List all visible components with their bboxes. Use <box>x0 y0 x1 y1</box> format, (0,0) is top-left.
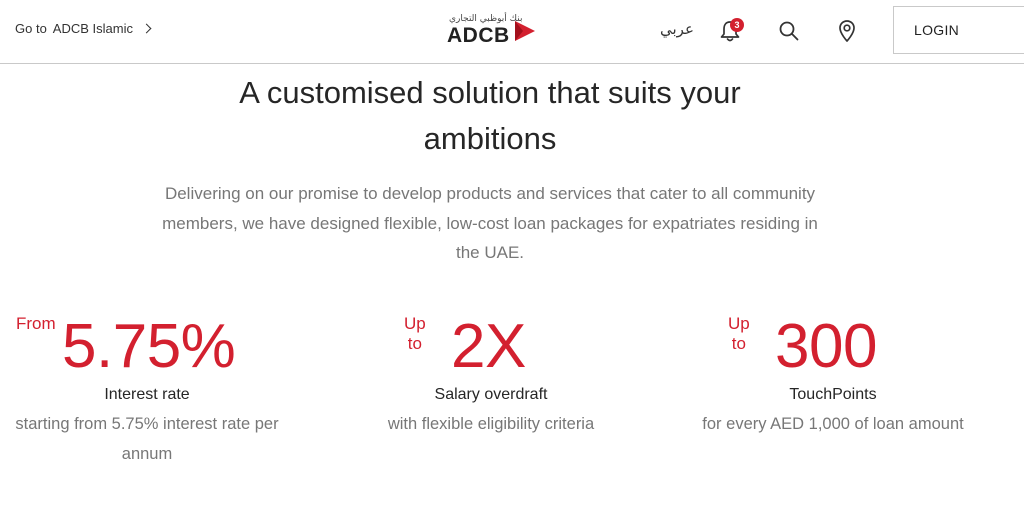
stat-description: with flexible eligibility criteria <box>344 410 638 440</box>
logo-mark-icon <box>515 21 535 41</box>
search-icon[interactable] <box>778 20 800 42</box>
goto-adcb-islamic-link[interactable]: Go to ADCB Islamic <box>15 21 152 36</box>
site-header: Go to ADCB Islamic بنك أبوظبي التجاري AD… <box>0 0 1024 64</box>
stat-description-line-1: for every AED 1,000 of loan amount <box>702 415 964 433</box>
stat-value: 300 <box>775 312 877 381</box>
stat-label: Interest rate <box>104 386 190 403</box>
stat-value: 2X <box>451 312 526 381</box>
goto-target: ADCB Islamic <box>52 21 133 36</box>
notification-badge: 3 <box>730 18 744 32</box>
stat-description-line-1: starting from 5.75% interest rate per <box>15 415 279 433</box>
intro-description: Delivering on our promise to develop pro… <box>162 184 818 262</box>
title-line-1: A customised solution that suits your <box>239 75 741 110</box>
stat-value: 5.75% <box>62 312 236 381</box>
logo-text: ADCB <box>447 24 510 47</box>
goto-prefix: Go to <box>15 21 47 36</box>
adcb-logo[interactable]: بنك أبوظبي التجاري ADCB <box>447 14 539 48</box>
language-switch-link[interactable]: عربي <box>660 20 694 38</box>
stat-label: TouchPoints <box>789 386 877 403</box>
chevron-right-icon <box>141 23 152 34</box>
stat-description: for every AED 1,000 of loan amount <box>686 410 980 440</box>
stat-label: Salary overdraft <box>434 386 548 403</box>
stat-description: starting from 5.75% interest rate per an… <box>0 410 294 469</box>
stat-prefix: Up to <box>404 314 426 353</box>
stat-prefix: Up to <box>728 314 750 353</box>
title-line-2: ambitions <box>423 121 557 156</box>
stat-prefix: From <box>16 314 56 333</box>
stat-description-line-2: annum <box>121 444 173 463</box>
login-button[interactable]: LOGIN <box>893 6 1024 54</box>
page-title: A customised solution that suits your am… <box>0 70 980 162</box>
location-pin-icon[interactable] <box>837 19 857 43</box>
stat-description-line-1: with flexible eligibility criteria <box>387 415 595 433</box>
